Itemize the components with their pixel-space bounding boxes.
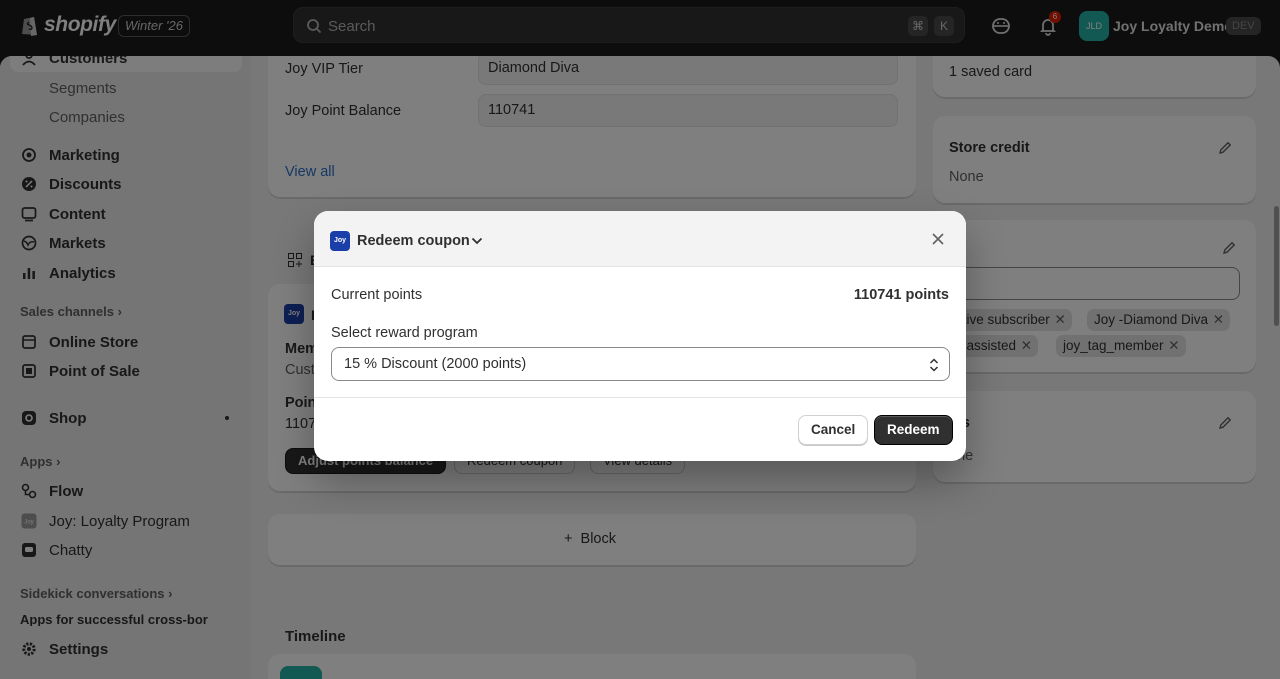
chevron-down-icon[interactable] (471, 237, 483, 245)
joy-logo-icon: Joy (330, 231, 350, 251)
modal-header: Joy Redeem coupon (314, 211, 966, 267)
cancel-button[interactable]: Cancel (798, 415, 869, 445)
current-points-label: Current points (331, 287, 423, 303)
close-icon[interactable] (931, 232, 945, 246)
modal-title[interactable]: Redeem coupon (357, 233, 470, 249)
current-points-value: 110741 points (853, 287, 949, 303)
reward-program-label: Select reward program (331, 325, 478, 341)
reward-program-value: 15 % Discount (2000 points) (344, 356, 527, 372)
modal-divider (314, 397, 966, 398)
reward-program-select[interactable]: 15 % Discount (2000 points) (331, 347, 950, 381)
redeem-button[interactable]: Redeem (874, 415, 953, 445)
redeem-coupon-modal: Joy Redeem coupon Current points 110741 … (314, 211, 966, 461)
select-arrows-icon (929, 358, 939, 372)
